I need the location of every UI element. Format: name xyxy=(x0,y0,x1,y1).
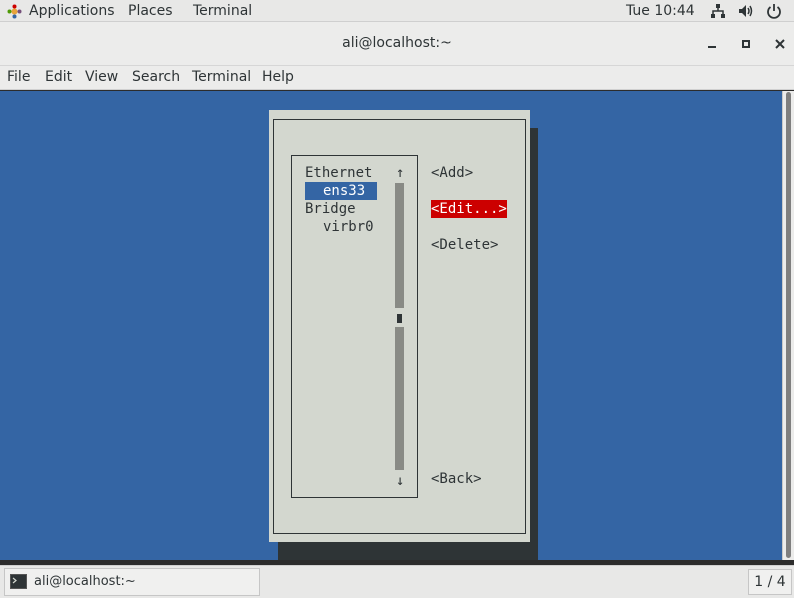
applications-icon[interactable] xyxy=(7,4,22,19)
menubar: File Edit View Search Terminal Help xyxy=(0,66,794,90)
delete-button[interactable]: <Delete> xyxy=(431,236,498,254)
list-scroll-track-lower[interactable] xyxy=(395,327,404,470)
menu-help[interactable]: Help xyxy=(262,68,294,86)
menu-search[interactable]: Search xyxy=(132,68,180,86)
back-button[interactable]: <Back> xyxy=(431,470,482,488)
maximize-icon[interactable] xyxy=(737,35,755,53)
add-button[interactable]: <Add> xyxy=(431,164,473,182)
list-scroll-down-icon[interactable]: ↓ xyxy=(396,472,404,490)
terminal-scrollbar[interactable] xyxy=(782,91,794,560)
menu-edit[interactable]: Edit xyxy=(45,68,72,86)
window-title: ali@localhost:~ xyxy=(342,35,452,51)
close-icon[interactable] xyxy=(771,35,789,53)
volume-icon[interactable] xyxy=(738,3,754,19)
power-icon[interactable] xyxy=(766,3,782,19)
minimize-icon[interactable] xyxy=(703,35,721,53)
workspace-indicator[interactable]: 1 / 4 xyxy=(748,569,792,595)
taskbar-window-button[interactable]: ali@localhost:~ xyxy=(4,568,260,596)
top-bar: Applications Places Terminal Tue 10:44 xyxy=(0,0,794,22)
list-item-ens33[interactable]: ens33 xyxy=(305,182,377,200)
places-menu[interactable]: Places xyxy=(128,3,173,19)
terminal-scroll-thumb[interactable] xyxy=(786,92,791,558)
taskbar-window-label: ali@localhost:~ xyxy=(34,574,136,589)
window-titlebar[interactable]: ali@localhost:~ xyxy=(0,22,794,66)
applications-menu[interactable]: Applications xyxy=(29,3,115,19)
network-icon[interactable] xyxy=(710,3,726,19)
list-scroll-up-icon[interactable]: ↑ xyxy=(396,164,404,182)
list-scroll-thumb[interactable] xyxy=(397,314,402,323)
terminal-app-menu[interactable]: Terminal xyxy=(193,3,252,19)
connection-list[interactable]: Ethernet ens33 Bridge virbr0 ↑ ↓ xyxy=(291,155,418,498)
list-scroll-track[interactable] xyxy=(395,183,404,308)
bottom-taskbar: ali@localhost:~ 1 / 4 xyxy=(0,565,794,598)
list-item-ethernet-header: Ethernet xyxy=(305,165,373,181)
list-item-bridge-header: Bridge xyxy=(305,201,356,217)
menu-terminal[interactable]: Terminal xyxy=(192,68,251,86)
edit-button[interactable]: <Edit...> xyxy=(431,200,507,218)
menu-view[interactable]: View xyxy=(85,68,118,86)
menu-file[interactable]: File xyxy=(7,68,30,86)
terminal-icon xyxy=(10,574,27,589)
list-item-virbr0[interactable]: virbr0 xyxy=(305,218,374,236)
clock[interactable]: Tue 10:44 xyxy=(626,3,695,19)
nmtui-dialog: Ethernet ens33 Bridge virbr0 ↑ ↓ <Add> <… xyxy=(269,110,530,542)
